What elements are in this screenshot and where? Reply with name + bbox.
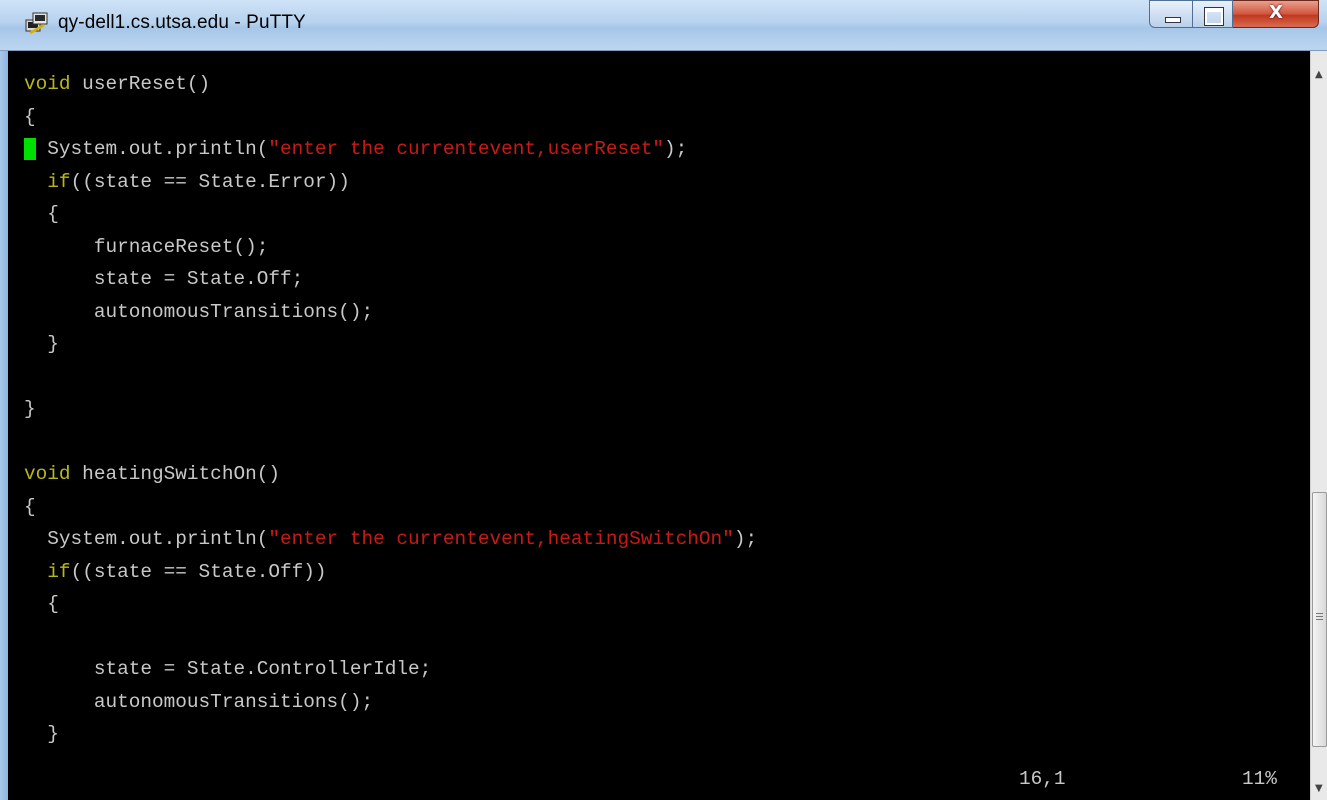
code-token: autonomousTransitions(); [24,300,374,323]
keyword-token: void [24,463,71,485]
scroll-percent: 11% [1242,768,1277,790]
code-token: ); [664,138,688,160]
code-line[interactable] [24,621,757,654]
code-editor[interactable]: void userReset(){ System.out.println("en… [24,68,757,751]
scroll-up-arrow-icon[interactable]: ▲ [1315,69,1323,80]
text-cursor [24,138,36,160]
code-line[interactable]: if((state == State.Error)) [24,166,757,199]
code-line[interactable]: { [24,491,757,524]
code-token: { [24,495,36,518]
code-token: { [24,105,36,128]
code-line[interactable]: System.out.println("enter the currenteve… [24,133,757,166]
window-frame-left [0,51,8,800]
code-line[interactable] [24,426,757,459]
code-token: autonomousTransitions(); [24,690,374,713]
putty-icon[interactable] [24,10,50,36]
maximize-icon [1205,8,1223,25]
code-line[interactable]: void userReset() [24,68,757,101]
code-line[interactable]: } [24,718,757,751]
code-token: state = State.ControllerIdle; [24,658,432,680]
code-token: System.out.println( [35,138,269,160]
maximize-button[interactable] [1193,0,1233,28]
minimize-button[interactable] [1149,0,1193,28]
code-line[interactable]: void heatingSwitchOn() [24,458,757,491]
code-token: furnaceReset(); [24,235,269,258]
code-line[interactable]: autonomousTransitions(); [24,686,757,719]
code-token: { [24,203,59,225]
code-line[interactable]: furnaceReset(); [24,231,757,264]
keyword-token: if [47,170,71,193]
vim-status-line: 16,1 11% [8,754,1310,790]
window-title: qy-dell1.cs.utsa.edu - PuTTY [58,12,306,33]
keyword-token: void [24,73,71,95]
terminal-area[interactable]: void userReset(){ System.out.println("en… [8,51,1310,800]
code-line[interactable]: autonomousTransitions(); [24,296,757,329]
code-token: } [24,723,59,745]
scrollbar-thumb[interactable] [1312,492,1327,747]
code-line[interactable]: } [24,328,757,361]
code-token: heatingSwitchOn() [70,463,280,485]
keyword-token: if [47,560,71,583]
code-line[interactable] [24,361,757,394]
code-line[interactable]: { [24,101,757,134]
code-token: userReset() [70,73,211,95]
code-line[interactable]: System.out.println("enter the currenteve… [24,523,757,556]
code-token: } [24,333,59,355]
code-token: ((state == State.Error)) [70,170,350,193]
code-line[interactable]: { [24,588,757,621]
code-line[interactable]: } [24,393,757,426]
code-line[interactable]: state = State.ControllerIdle; [24,653,757,686]
title-bar[interactable]: qy-dell1.cs.utsa.edu - PuTTY X [0,0,1327,51]
string-literal: "enter the currentevent,heatingSwitchOn" [268,528,734,550]
code-token: { [24,593,59,615]
close-button[interactable]: X [1233,0,1319,28]
code-line[interactable]: { [24,198,757,231]
grip-icon [1316,613,1323,614]
minimize-icon [1165,17,1181,23]
code-token: ); [733,528,758,550]
code-token: state = State.Off; [24,268,304,290]
code-token: System.out.println( [24,528,269,550]
cursor-position: 16,1 [1019,768,1066,790]
vertical-scrollbar[interactable]: ▲ ▼ [1310,51,1327,800]
code-line[interactable]: if((state == State.Off)) [24,556,757,589]
close-icon: X [1269,2,1283,23]
code-token: } [24,398,36,420]
code-line[interactable]: state = State.Off; [24,263,757,296]
code-token: ((state == State.Off)) [70,560,327,583]
string-literal: "enter the currentevent,userReset" [268,138,665,160]
scroll-down-arrow-icon[interactable]: ▼ [1315,783,1323,794]
